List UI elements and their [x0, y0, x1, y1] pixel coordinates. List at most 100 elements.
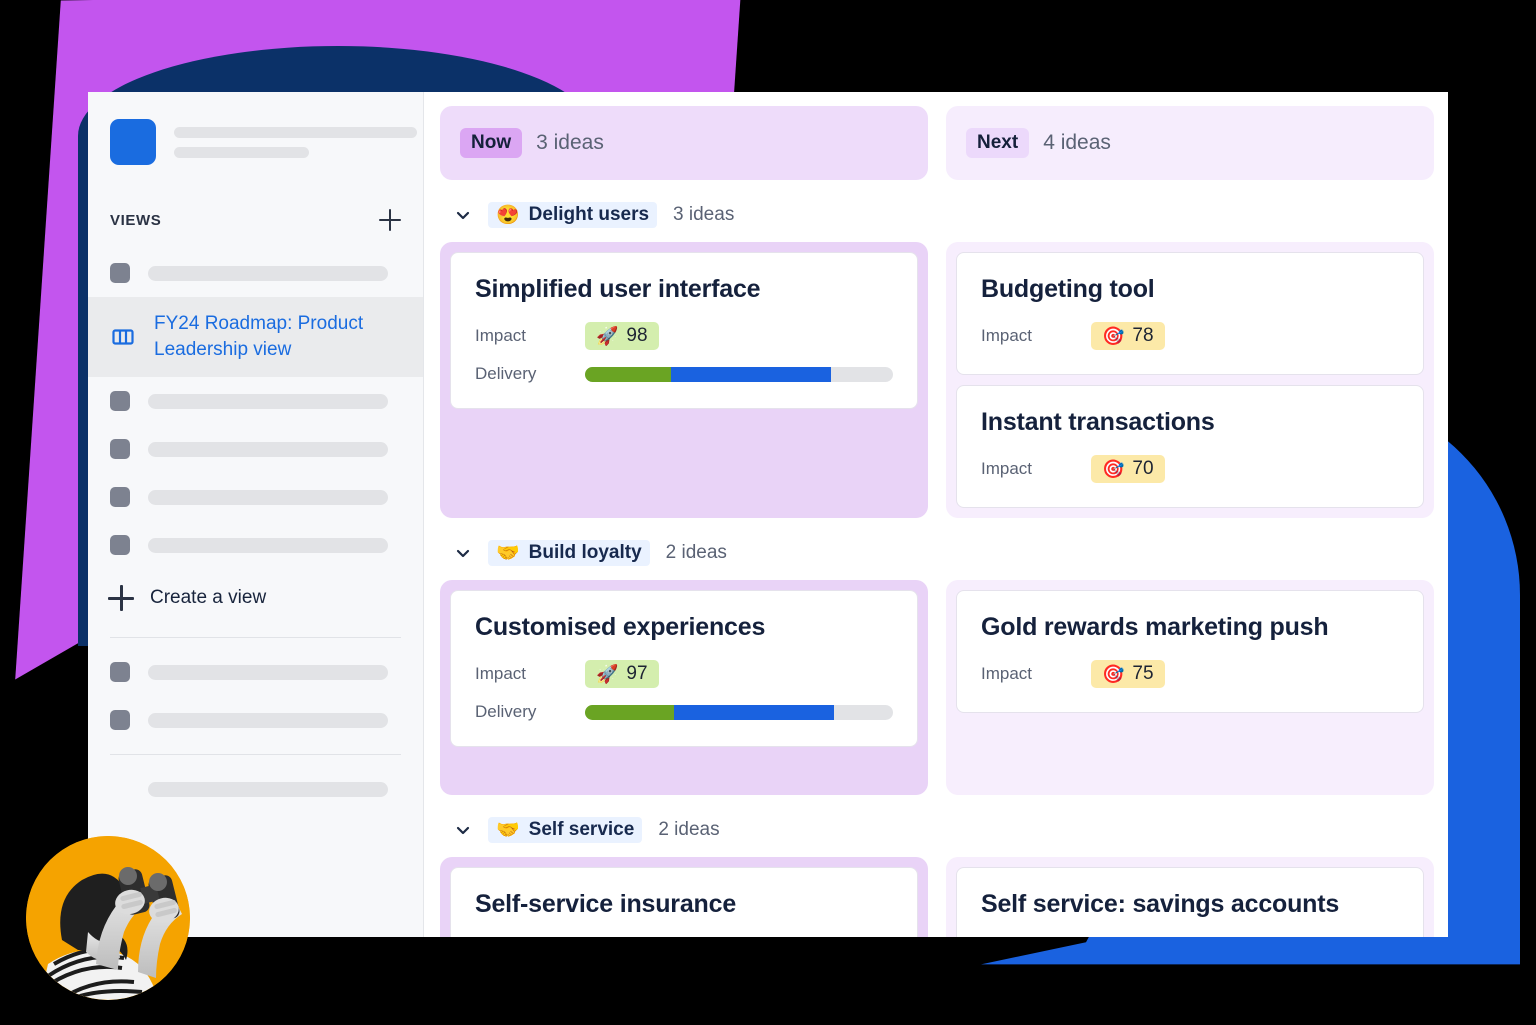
- impact-label: Impact: [475, 664, 527, 683]
- idea-card-title: Self-service insurance: [475, 890, 737, 918]
- impact-value: 98: [626, 325, 648, 346]
- column-header-now[interactable]: Now 3 ideas: [440, 106, 928, 180]
- impact-badge[interactable]: 🎯 75: [1091, 660, 1165, 688]
- column-header-next[interactable]: Next 4 ideas: [946, 106, 1434, 180]
- views-nav-list: FY24 Roadmap: Product Leadership view: [88, 249, 423, 569]
- add-view-plus-icon[interactable]: [379, 209, 401, 231]
- chevron-down-icon[interactable]: [454, 544, 472, 562]
- target-icon: 🎯: [1102, 459, 1125, 479]
- sidebar-divider: [110, 637, 401, 638]
- sidebar-item-placeholder[interactable]: [88, 473, 423, 521]
- group-header[interactable]: 😍 Delight users 3 ideas: [440, 202, 1434, 228]
- idea-card[interactable]: Instant transactions Impact 🎯 70: [956, 385, 1424, 508]
- group-columns: Customised experiences Impact 🚀 97 Deliv…: [440, 580, 1434, 795]
- person-with-binoculars-avatar: [26, 836, 190, 1000]
- group-name: Delight users: [528, 204, 650, 225]
- placeholder-bar: [174, 146, 309, 158]
- column-pill-now: Now: [460, 128, 523, 158]
- smiling-face-with-hearts-icon: 😍: [496, 204, 520, 226]
- sidebar-item-label: FY24 Roadmap: Product Leadership view: [154, 313, 364, 360]
- column-count-next: 4 ideas: [1043, 131, 1111, 154]
- sidebar-item-placeholder[interactable]: [88, 425, 423, 473]
- rocket-icon: 🚀: [596, 664, 619, 684]
- impact-badge[interactable]: 🚀 98: [585, 322, 659, 350]
- placeholder-bar: [148, 489, 388, 505]
- idea-card[interactable]: Self-service insurance Impact 🚀 80: [450, 867, 918, 937]
- handshake-icon: 🤝: [496, 542, 520, 564]
- delivery-progress-bar: [585, 704, 893, 720]
- group-columns: Self-service insurance Impact 🚀 80: [440, 857, 1434, 937]
- roadmap-board: Now 3 ideas Next 4 ideas �: [424, 92, 1448, 937]
- placeholder-bar: [148, 537, 388, 553]
- placeholder-square-icon: [110, 439, 130, 459]
- impact-badge[interactable]: 🎯 70: [1091, 455, 1165, 483]
- idea-card[interactable]: Gold rewards marketing push Impact 🎯 75: [956, 590, 1424, 713]
- group-column-next-spacer: [956, 723, 1424, 785]
- idea-card-title: Customised experiences: [475, 613, 766, 641]
- group-name: Self service: [528, 819, 635, 840]
- views-section-title: VIEWS: [110, 211, 162, 229]
- delivery-label: Delivery: [475, 364, 537, 383]
- sidebar-item-placeholder[interactable]: [88, 377, 423, 425]
- idea-card[interactable]: Customised experiences Impact 🚀 97 Deliv…: [450, 590, 918, 747]
- impact-value: 97: [626, 663, 648, 684]
- impact-label: Impact: [475, 326, 527, 345]
- handshake-icon: 🤝: [496, 819, 520, 841]
- impact-value: 75: [1132, 663, 1154, 684]
- sidebar: VIEWS FY24 Roadmap: Product Leadership v…: [88, 92, 424, 937]
- brand-placeholder-lines: [174, 126, 417, 158]
- placeholder-square-icon: [110, 535, 130, 555]
- idea-card-title: Instant transactions: [981, 408, 1215, 436]
- sidebar-item-placeholder[interactable]: [88, 648, 423, 696]
- chevron-down-icon[interactable]: [454, 206, 472, 224]
- idea-card-title: Self service: savings accounts: [981, 890, 1340, 918]
- group-columns: Simplified user interface Impact 🚀 98 De…: [440, 242, 1434, 518]
- plus-icon: [108, 585, 134, 611]
- target-icon: 🎯: [1102, 326, 1125, 346]
- group-header[interactable]: 🤝 Self service 2 ideas: [440, 817, 1434, 843]
- group-name: Build loyalty: [528, 542, 642, 563]
- group-column-next: Gold rewards marketing push Impact 🎯 75: [946, 580, 1434, 795]
- column-count-now: 3 ideas: [536, 131, 604, 154]
- placeholder-bar: [148, 712, 388, 728]
- idea-card[interactable]: Budgeting tool Impact 🎯 78: [956, 252, 1424, 375]
- group-column-next: Budgeting tool Impact 🎯 78 Instant trans…: [946, 242, 1434, 518]
- delivery-progress-bar: [585, 366, 893, 382]
- sidebar-item-fy24-roadmap[interactable]: FY24 Roadmap: Product Leadership view: [88, 297, 423, 377]
- column-pill-next: Next: [966, 128, 1030, 158]
- sidebar-item-placeholder[interactable]: [88, 765, 423, 813]
- board-columns-icon: [110, 324, 136, 350]
- placeholder-bar: [148, 441, 388, 457]
- group-self-service: 🤝 Self service 2 ideas Self-service insu…: [440, 817, 1434, 937]
- sidebar-divider: [110, 754, 401, 755]
- sidebar-item-placeholder[interactable]: [88, 521, 423, 569]
- impact-row: Impact 🎯 78: [981, 322, 1399, 350]
- progress-segment-blue: [671, 366, 832, 382]
- placeholder-square-icon: [110, 662, 130, 682]
- placeholder-bar: [148, 781, 388, 797]
- impact-badge[interactable]: 🚀 97: [585, 660, 659, 688]
- impact-value: 78: [1132, 325, 1154, 346]
- impact-row: Impact 🎯 75: [981, 660, 1399, 688]
- placeholder-square-icon: [110, 487, 130, 507]
- idea-card[interactable]: Simplified user interface Impact 🚀 98 De…: [450, 252, 918, 409]
- chevron-down-icon[interactable]: [454, 821, 472, 839]
- impact-row: Impact 🚀 98: [475, 322, 893, 350]
- group-header[interactable]: 🤝 Build loyalty 2 ideas: [440, 540, 1434, 566]
- placeholder-bar: [148, 393, 388, 409]
- impact-badge[interactable]: 🎯 78: [1091, 322, 1165, 350]
- impact-value: 70: [1132, 458, 1154, 479]
- rocket-icon: 🚀: [596, 326, 619, 346]
- placeholder-bar: [174, 126, 417, 138]
- secondary-nav-list: [88, 648, 423, 744]
- idea-card-title: Simplified user interface: [475, 275, 761, 303]
- views-section-header: VIEWS: [88, 165, 423, 231]
- group-column-next: Self service: savings accounts Impact 46: [946, 857, 1434, 937]
- app-logo-square-icon: [110, 119, 156, 165]
- sidebar-item-placeholder[interactable]: [88, 249, 423, 297]
- target-icon: 🎯: [1102, 664, 1125, 684]
- create-a-view-button[interactable]: Create a view: [88, 569, 423, 627]
- sidebar-item-placeholder[interactable]: [88, 696, 423, 744]
- idea-card[interactable]: Self service: savings accounts Impact 46: [956, 867, 1424, 937]
- impact-row: Impact 🚀 97: [475, 660, 893, 688]
